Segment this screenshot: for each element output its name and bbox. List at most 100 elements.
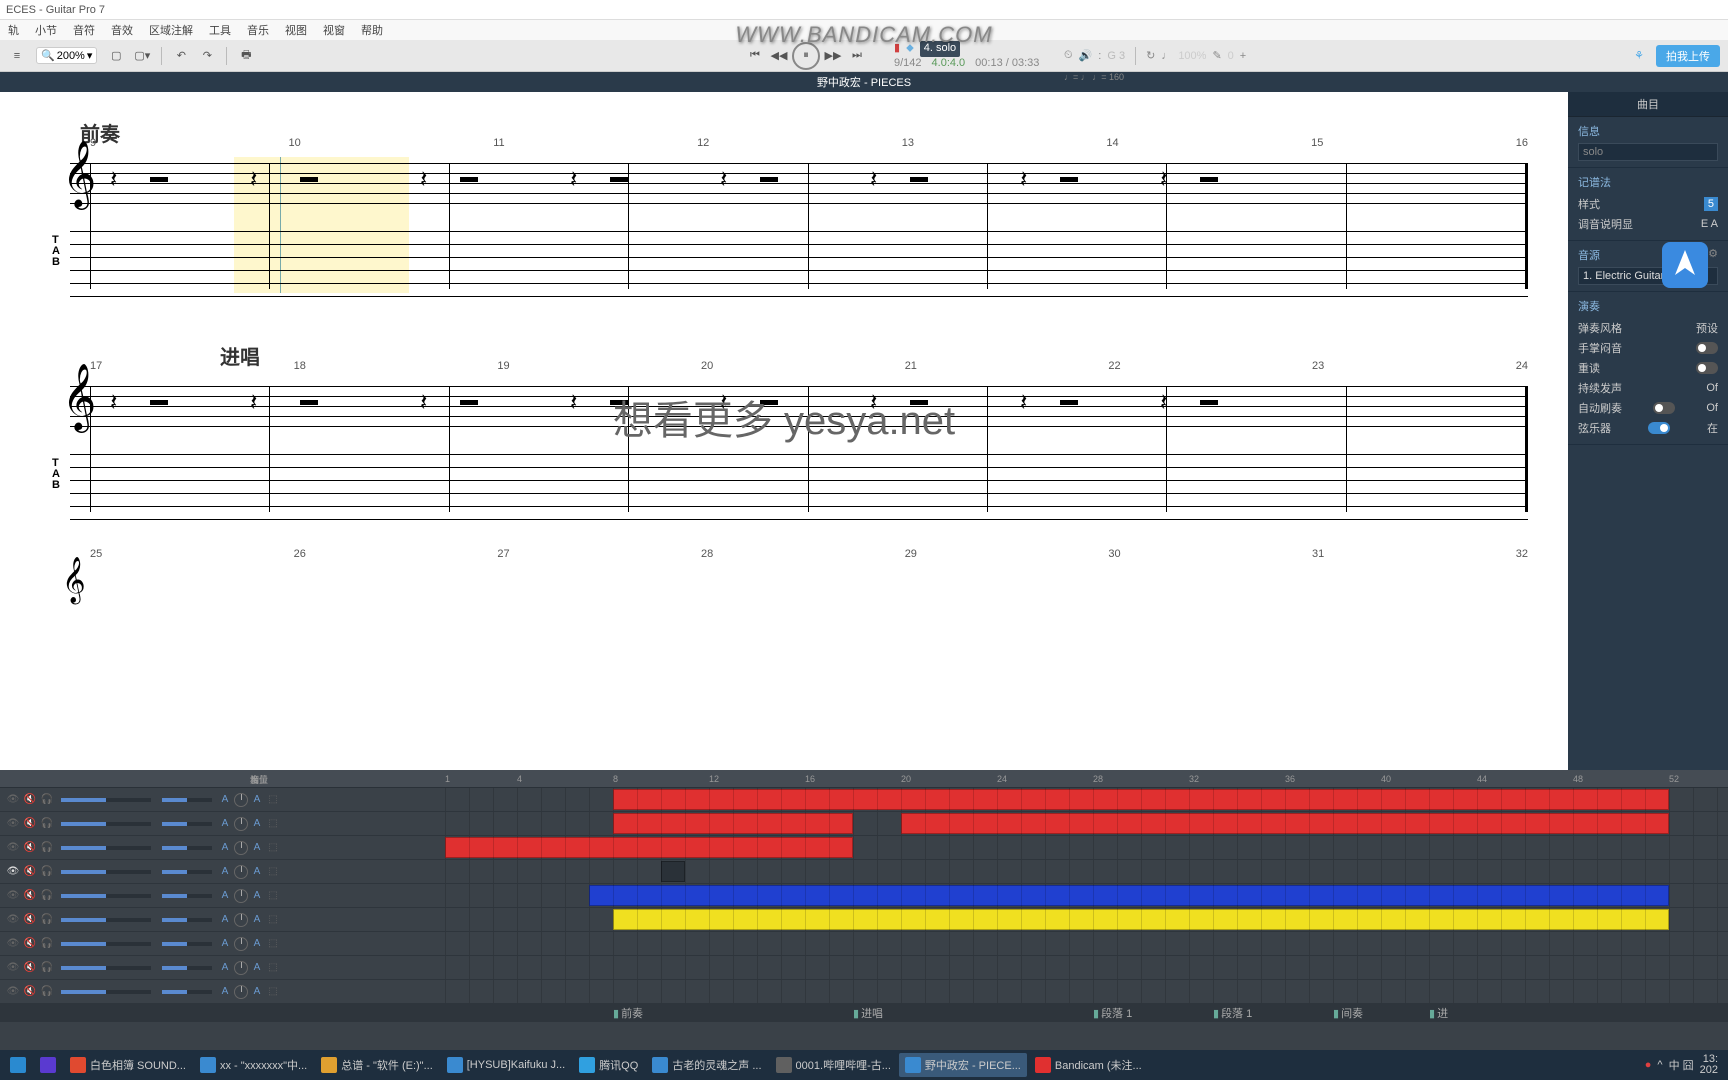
pan-knob[interactable]	[234, 817, 248, 831]
pan-knob[interactable]	[234, 985, 248, 999]
menu-music[interactable]: 音乐	[239, 22, 277, 38]
eq-icon[interactable]: ⬚	[266, 865, 280, 879]
eye-icon[interactable]: 👁	[6, 793, 20, 807]
metronome-icon[interactable]: ⏲	[1064, 49, 1073, 62]
taskbar-item[interactable]: 野中政宏 - PIECE...	[899, 1053, 1027, 1077]
score-area[interactable]: 前奏 𝄞 910111213141516 𝄽 𝄽 𝄽 𝄽 𝄽 𝄽 𝄽 𝄽	[0, 92, 1568, 770]
mute-icon[interactable]: 🔇	[23, 793, 37, 807]
automation-icon[interactable]: A	[219, 818, 231, 830]
automation-icon[interactable]: A	[219, 890, 231, 902]
volume-slider-2[interactable]	[162, 990, 212, 994]
menu-icon[interactable]: ≡	[6, 45, 28, 67]
solo-icon[interactable]: 🎧	[40, 985, 54, 999]
play-pause-button[interactable]: ⏸	[792, 42, 820, 70]
volume-slider[interactable]	[61, 846, 151, 850]
volume-slider[interactable]	[61, 870, 151, 874]
automation-icon[interactable]: A	[219, 962, 231, 974]
taskbar-item[interactable]	[4, 1053, 32, 1077]
volume-slider[interactable]	[61, 822, 151, 826]
automation-icon[interactable]: A	[219, 914, 231, 926]
eye-icon[interactable]: 👁	[6, 961, 20, 975]
mute-icon[interactable]: 🔇	[23, 841, 37, 855]
track-row[interactable]: 👁 🔇 🎧 A A ⬚	[0, 908, 1728, 932]
track-row[interactable]: 👁 🔇 🎧 A A ⬚	[0, 884, 1728, 908]
prev-button[interactable]: ◀◀	[768, 45, 790, 67]
volume-slider[interactable]	[61, 798, 151, 802]
taskbar-item[interactable]: 白色相簿 SOUND...	[64, 1053, 192, 1077]
eye-icon[interactable]: 👁	[6, 937, 20, 951]
section-marker[interactable]: ▮进唱	[853, 1005, 883, 1021]
automation-icon[interactable]: A	[251, 938, 263, 950]
strings-toggle[interactable]	[1648, 422, 1670, 434]
automation-icon[interactable]: A	[251, 890, 263, 902]
automation-icon[interactable]: A	[251, 986, 263, 998]
eq-icon[interactable]: ⬚	[266, 889, 280, 903]
automation-icon[interactable]: A	[219, 938, 231, 950]
first-button[interactable]: ⏮	[744, 45, 766, 67]
clip[interactable]	[589, 885, 1669, 906]
volume-slider[interactable]	[61, 918, 151, 922]
volume-slider-2[interactable]	[162, 894, 212, 898]
menu-help[interactable]: 帮助	[353, 22, 391, 38]
menu-note[interactable]: 音符	[65, 22, 103, 38]
transpose-icon[interactable]: ✎	[1212, 49, 1221, 62]
pan-knob[interactable]	[234, 937, 248, 951]
clip[interactable]	[445, 837, 853, 858]
automation-icon[interactable]: A	[219, 842, 231, 854]
menu-window[interactable]: 视窗	[315, 22, 353, 38]
volume-slider[interactable]	[61, 966, 151, 970]
track-row[interactable]: 👁 🔇 🎧 A A ⬚	[0, 812, 1728, 836]
track-row[interactable]: 👁 🔇 🎧 A A ⬚	[0, 860, 1728, 884]
section-marker[interactable]: ▮段落 1	[1093, 1005, 1132, 1021]
pan-knob[interactable]	[234, 793, 248, 807]
redo-button[interactable]: ↷	[196, 45, 218, 67]
eq-icon[interactable]: ⬚	[266, 961, 280, 975]
zoom-combo[interactable]: 🔍 200% ▾	[36, 47, 97, 64]
solo-icon[interactable]: 🎧	[40, 961, 54, 975]
mute-icon[interactable]: 🔇	[23, 889, 37, 903]
volume-slider[interactable]	[61, 942, 151, 946]
eye-icon[interactable]: 👁	[6, 913, 20, 927]
next-button[interactable]: ▶▶	[822, 45, 844, 67]
menu-tools[interactable]: 工具	[201, 22, 239, 38]
pan-knob[interactable]	[234, 961, 248, 975]
automation-icon[interactable]: A	[219, 794, 231, 806]
volume-slider-2[interactable]	[162, 966, 212, 970]
accent-toggle[interactable]	[1696, 362, 1718, 374]
layout-btn[interactable]: ▢	[105, 45, 127, 67]
eq-icon[interactable]: ⬚	[266, 841, 280, 855]
eq-icon[interactable]: ⬚	[266, 817, 280, 831]
eye-icon[interactable]: 👁	[6, 841, 20, 855]
automation-icon[interactable]: A	[251, 866, 263, 878]
capo-icon[interactable]: :	[1098, 50, 1101, 62]
automation-icon[interactable]: A	[219, 866, 231, 878]
taskbar-item[interactable]: 古老的灵魂之声 ...	[646, 1053, 767, 1077]
menu-region[interactable]: 区域注解	[141, 22, 201, 38]
mute-icon[interactable]: 🔇	[23, 961, 37, 975]
solo-icon[interactable]: 🎧	[40, 841, 54, 855]
loop-icon[interactable]: ↻	[1146, 49, 1155, 62]
track-name-field[interactable]: solo	[1578, 143, 1718, 161]
volume-slider-2[interactable]	[162, 798, 212, 802]
automation-icon[interactable]: A	[251, 818, 263, 830]
solo-icon[interactable]: 🎧	[40, 913, 54, 927]
last-button[interactable]: ⏭	[846, 45, 868, 67]
volume-slider[interactable]	[61, 990, 151, 994]
section-marker[interactable]: ▮进	[1429, 1005, 1448, 1021]
upload-button[interactable]: 拍我上传	[1656, 45, 1720, 67]
taskbar-item[interactable]: Bandicam (未注...	[1029, 1053, 1148, 1077]
taskbar-item[interactable]: xx - "xxxxxxx"中...	[194, 1053, 313, 1077]
menu-effect[interactable]: 音效	[103, 22, 141, 38]
mute-icon[interactable]: 🔇	[23, 937, 37, 951]
section-marker[interactable]: ▮间奏	[1333, 1005, 1363, 1021]
section-marker[interactable]: ▮段落 1	[1213, 1005, 1252, 1021]
volume-slider-2[interactable]	[162, 846, 212, 850]
menu-track[interactable]: 轨	[0, 22, 27, 38]
mute-icon[interactable]: 🔇	[23, 913, 37, 927]
pan-knob[interactable]	[234, 889, 248, 903]
track-row[interactable]: 👁 🔇 🎧 A A ⬚	[0, 980, 1728, 1004]
autobrush-toggle[interactable]	[1653, 402, 1675, 414]
taskbar-item[interactable]: 总谱 - "软件 (E:)"...	[315, 1053, 439, 1077]
solo-icon[interactable]: 🎧	[40, 865, 54, 879]
pan-knob[interactable]	[234, 865, 248, 879]
